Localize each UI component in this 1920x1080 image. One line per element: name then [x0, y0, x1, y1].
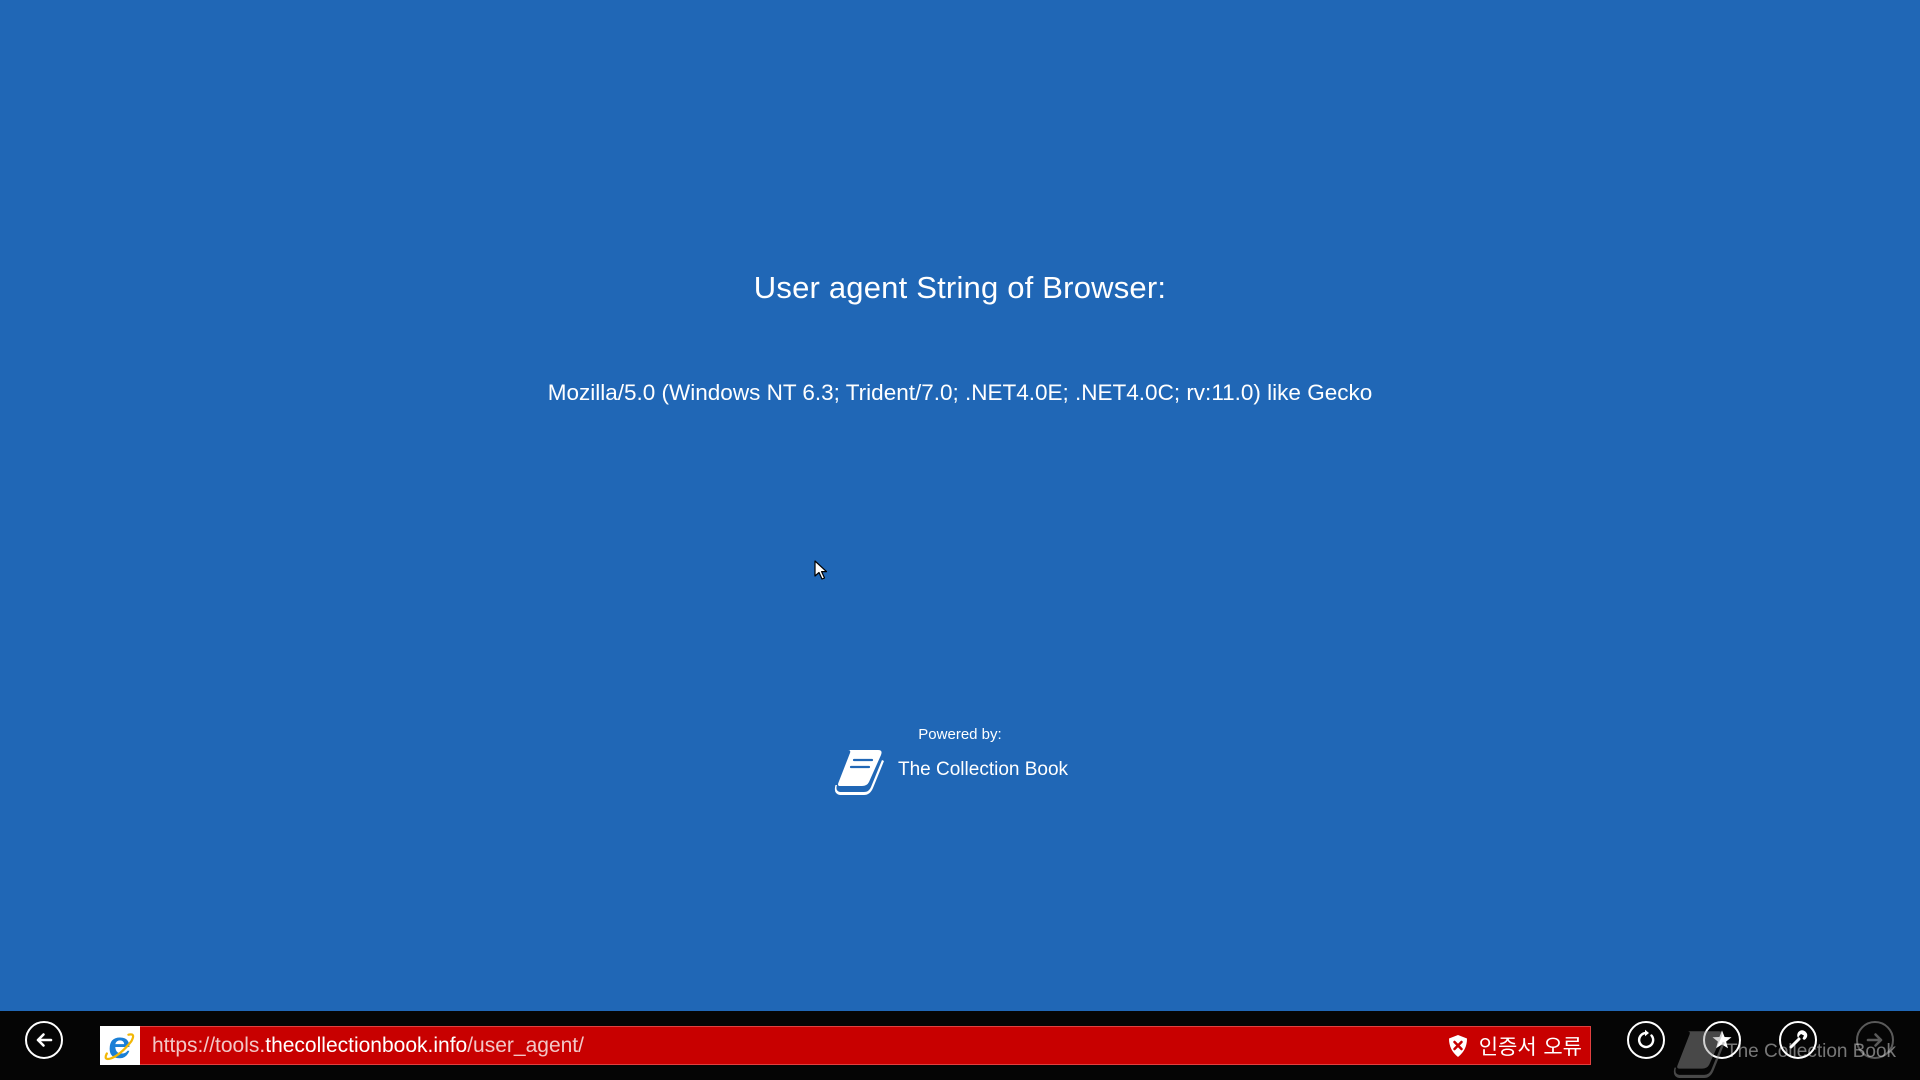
- back-arrow-icon: [36, 1033, 53, 1047]
- site-icon: [100, 1026, 140, 1065]
- forward-arrow-icon: [1866, 1033, 1883, 1047]
- brand-name: The Collection Book: [898, 759, 1069, 780]
- certificate-error-label: 인증서 오류: [1478, 1034, 1582, 1059]
- browser-page: User agent String of Browser: Mozilla/5.…: [0, 0, 1920, 1080]
- page-tools-button[interactable]: [1779, 1021, 1817, 1059]
- forward-button[interactable]: [1856, 1021, 1894, 1059]
- star-icon: [1712, 1030, 1732, 1049]
- refresh-icon: [1637, 1029, 1655, 1049]
- internet-explorer-icon: [104, 1032, 135, 1060]
- url-prefix: https://tools.: [152, 1033, 266, 1057]
- browser-app-bar: https://tools.thecollectionbook.info/use…: [0, 1011, 1920, 1080]
- mouse-cursor-icon: [814, 560, 828, 580]
- book-icon: [834, 750, 884, 795]
- favorites-button[interactable]: [1703, 1021, 1741, 1059]
- brand-link[interactable]: The Collection Book: [834, 744, 1068, 796]
- certificate-error-button[interactable]: 인증서 오류: [1447, 1031, 1582, 1061]
- url-text[interactable]: https://tools.thecollectionbook.info/use…: [140, 1034, 1447, 1058]
- shield-x-icon: [1448, 1034, 1467, 1057]
- powered-by-label: Powered by:: [918, 726, 1002, 743]
- page-heading: User agent String of Browser:: [753, 270, 1167, 305]
- wrench-icon: [1789, 1030, 1808, 1049]
- url-path: /user_agent/: [467, 1033, 584, 1057]
- refresh-button[interactable]: [1627, 1021, 1665, 1059]
- url-host: thecollectionbook.info: [265, 1033, 468, 1057]
- user-agent-string: Mozilla/5.0 (Windows NT 6.3; Trident/7.0…: [547, 380, 1373, 405]
- back-button[interactable]: [25, 1021, 63, 1059]
- address-bar[interactable]: https://tools.thecollectionbook.info/use…: [100, 1026, 1591, 1065]
